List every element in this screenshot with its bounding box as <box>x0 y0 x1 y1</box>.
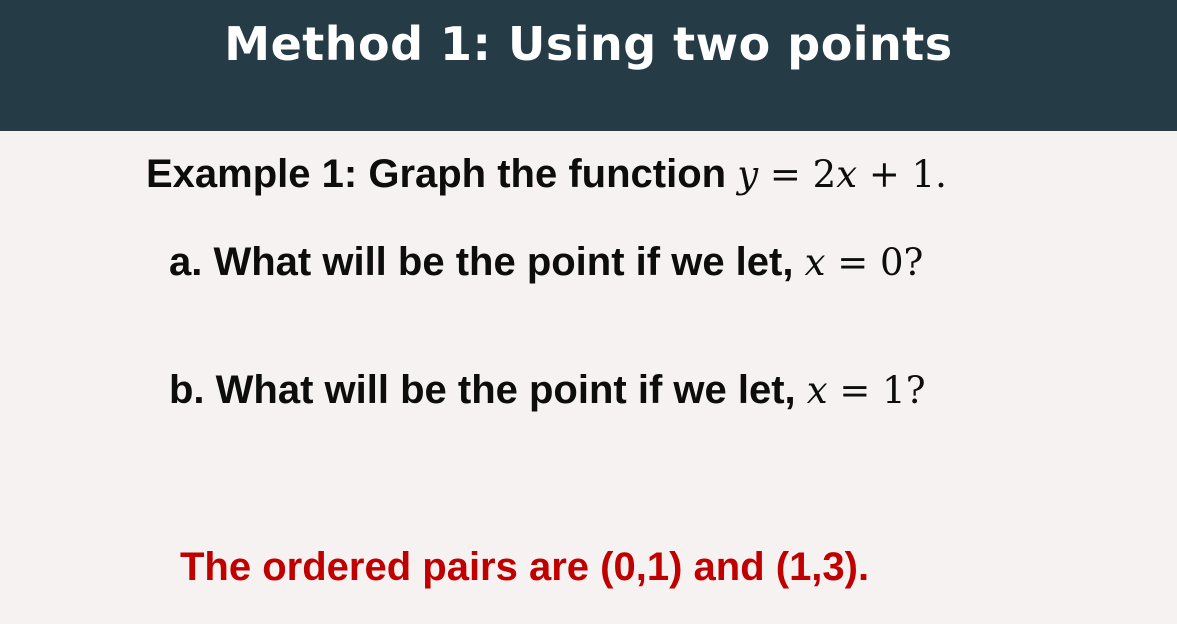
example-text: Example 1: Graph the function <box>146 152 738 196</box>
equation-rest: + 1. <box>857 153 947 196</box>
title-bar: Method 1: Using two points <box>0 0 1177 131</box>
question-b: b. What will be the point if we let, x =… <box>169 366 926 415</box>
equation-x: x <box>836 153 858 196</box>
question-b-value: = 1? <box>827 369 926 412</box>
equation-y: y <box>737 153 759 196</box>
question-a-value: = 0? <box>825 241 924 284</box>
answer-text: The ordered pairs are (0,1) and (1,3). <box>180 545 870 589</box>
question-b-var: x <box>806 369 828 412</box>
equation-op: = 2 <box>758 153 837 196</box>
question-b-equation: x = 1? <box>807 369 926 412</box>
question-a: a. What will be the point if we let, x =… <box>169 238 923 287</box>
question-a-var: x <box>804 241 826 284</box>
question-a-equation: x = 0? <box>805 241 924 284</box>
slide: Method 1: Using two points Example 1: Gr… <box>0 0 1177 624</box>
question-b-text: b. What will be the point if we let, <box>169 368 807 412</box>
slide-title: Method 1: Using two points <box>224 17 953 71</box>
question-a-text: a. What will be the point if we let, <box>169 240 805 284</box>
example-statement: Example 1: Graph the function y = 2x + 1… <box>146 150 947 199</box>
example-equation: y = 2x + 1. <box>737 153 947 196</box>
